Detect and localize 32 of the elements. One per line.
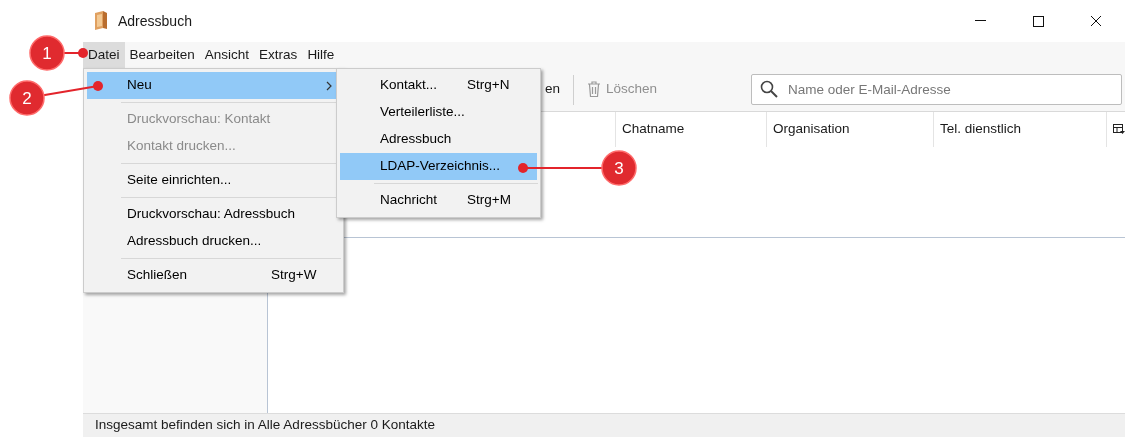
trash-icon bbox=[587, 81, 602, 98]
column-header[interactable]: Chatname bbox=[615, 112, 766, 147]
column-header[interactable]: Organisation bbox=[766, 112, 933, 147]
window-title: Adressbuch bbox=[118, 11, 192, 31]
menu-item[interactable]: Schließen Strg+W bbox=[87, 262, 340, 289]
menu-bar-item[interactable]: Hilfe bbox=[302, 42, 340, 68]
book-icon bbox=[94, 11, 108, 31]
callout-number: 2 bbox=[22, 89, 32, 107]
callout-marker bbox=[29, 35, 88, 71]
menu-item[interactable]: LDAP-Verzeichnis... bbox=[340, 153, 537, 180]
status-text: Insgesamt befinden sich in Alle Adressbücher 0 Kontakte bbox=[95, 416, 435, 435]
menu-item[interactable]: Adressbuch drucken... bbox=[87, 228, 340, 255]
menu-item[interactable]: Adressbuch bbox=[340, 126, 537, 153]
menu-item[interactable]: Seite einrichten... bbox=[87, 167, 340, 194]
minimize-icon bbox=[974, 20, 986, 22]
callout-number: 3 bbox=[614, 159, 624, 177]
callout-number: 1 bbox=[42, 44, 52, 62]
menu-bar-item[interactable]: Bearbeiten bbox=[124, 42, 200, 68]
menu-bar-item[interactable]: Extras bbox=[254, 42, 303, 68]
menu-item[interactable]: Druckvorschau: Adressbuch bbox=[87, 201, 340, 228]
menu-bar-item[interactable]: Ansicht bbox=[199, 42, 255, 68]
search-icon bbox=[760, 80, 778, 98]
menu-item[interactable]: Verteilerliste... bbox=[340, 99, 537, 126]
close-icon bbox=[1090, 15, 1102, 27]
column-picker-icon[interactable] bbox=[1113, 124, 1125, 135]
search-field[interactable]: Name oder E-Mail-Adresse bbox=[751, 74, 1122, 105]
column-header[interactable]: Tel. dienstlich bbox=[933, 112, 1106, 147]
menu-item[interactable]: Kontakt... Strg+N bbox=[340, 72, 537, 99]
toolbar-button[interactable]: en bbox=[545, 79, 561, 100]
maximize-icon bbox=[1032, 15, 1044, 27]
menu-bar-item[interactable]: Datei bbox=[83, 42, 125, 68]
menu-item[interactable]: Nachricht Strg+M bbox=[340, 187, 537, 214]
